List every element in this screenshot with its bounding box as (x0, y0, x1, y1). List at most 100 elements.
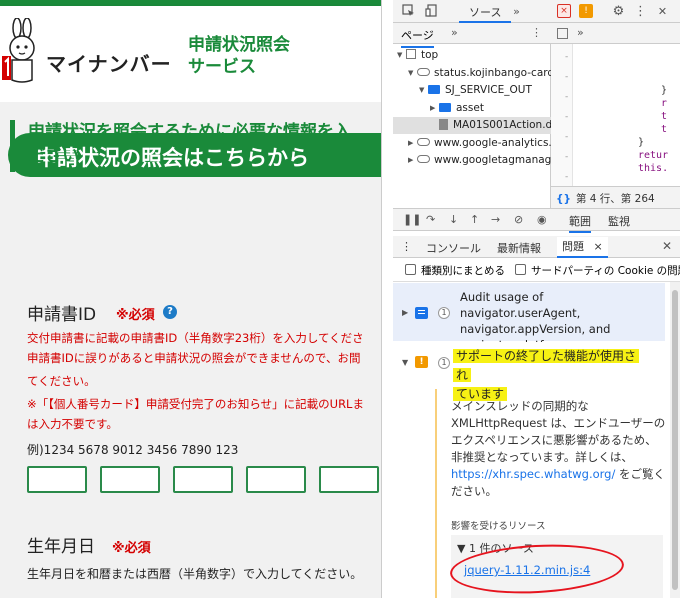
customize-menu-icon[interactable]: ⋮ (633, 4, 648, 19)
tab-sources[interactable]: ソース (459, 0, 512, 23)
tree-item-label: status.kojinbango-card.g (434, 66, 551, 79)
source-file-link[interactable]: jquery-1.11.2.min.js:4 (464, 563, 590, 577)
tree-item-folder[interactable]: ▶ asset (393, 100, 551, 117)
tree-item-folder[interactable]: ▼ SJ_SERVICE_OUT (393, 82, 551, 99)
drawer-menu-icon[interactable]: ⋮ (401, 240, 412, 253)
code-line: } (638, 137, 645, 148)
code-line: t (661, 111, 668, 122)
cloud-icon (417, 67, 430, 76)
tree-arrow-icon[interactable]: ▼ (419, 82, 428, 99)
tree-item-label: SJ_SERVICE_OUT (445, 84, 532, 96)
sources-toggle[interactable]: ▼ 1 件のソース (457, 540, 534, 556)
navigator-header: ページ » ⋮ (393, 23, 551, 48)
third-party-cookie-label[interactable]: サードパーティの Cookie の問題 (531, 263, 680, 278)
third-party-cookie-checkbox[interactable] (515, 264, 526, 275)
tab-issues-close-icon[interactable]: × (594, 240, 603, 253)
toggle-navigator-icon[interactable] (557, 28, 568, 39)
application-id-input-3[interactable] (173, 466, 233, 493)
tree-arrow-icon[interactable]: ▶ (408, 135, 417, 152)
editor-status-bar: {} 第 4 行、第 264 (551, 186, 680, 208)
step-into-icon[interactable]: ↓ (449, 213, 458, 226)
drawer-tab-bar: ⋮ コンソール 最新情報 問題 × ✕ (393, 236, 680, 258)
tree-item-frame[interactable]: ▼ top (393, 47, 551, 64)
pretty-print-icon[interactable]: {} (556, 193, 571, 205)
navigator-menu-icon[interactable]: ⋮ (531, 26, 542, 39)
inspect-element-icon[interactable] (401, 4, 416, 19)
code-line: t (661, 124, 668, 135)
section-title-line1: 申請状況を照会するために必要な情報を入 (28, 122, 351, 142)
tab-whats-new[interactable]: 最新情報 (497, 240, 541, 256)
tree-item-label: www.googletagmanager (434, 154, 551, 166)
gutter-mark: - (565, 52, 569, 62)
step-icon[interactable]: → (491, 213, 500, 226)
tab-scope[interactable]: 範囲 (569, 213, 591, 233)
tree-arrow-icon[interactable]: ▼ (397, 47, 406, 64)
application-id-input-5[interactable] (319, 466, 379, 493)
highlighted-title-line1: サポートの終了した機能が使用され (453, 349, 640, 382)
mynumber-mascot-logo[interactable] (0, 18, 44, 88)
cloud-icon (417, 137, 430, 146)
tree-item-file[interactable]: MA01S001Action.do (393, 117, 551, 134)
close-devtools-icon[interactable]: ✕ (655, 4, 670, 19)
debugger-toolbar: ❚❚ ↷ ↓ ↑ → ⊘ ◉ 範囲 監視 (393, 208, 680, 233)
step-out-icon[interactable]: ↑ (470, 213, 479, 226)
spec-link[interactable]: https://xhr.spec.whatwg.org/ (451, 467, 615, 481)
folder-icon (428, 85, 440, 94)
description-text: メインスレッドの同期的な XMLHttpRequest は、エンドユーザーのエク… (451, 399, 666, 464)
tree-arrow-icon[interactable]: ▼ (408, 65, 417, 82)
issues-scrollbar-thumb[interactable] (672, 290, 678, 590)
tree-item-cloud[interactable]: ▼ status.kojinbango-card.g (393, 65, 551, 82)
pause-on-exceptions-icon[interactable]: ◉ (537, 213, 547, 226)
frame-icon (406, 49, 416, 59)
more-tabs-icon[interactable]: » (509, 4, 524, 19)
device-toolbar-icon[interactable] (424, 4, 439, 19)
devtools-toolbar: ソース » × ! ⚙ ⋮ ✕ (393, 0, 680, 23)
code-line: r (661, 98, 668, 109)
birthdate-instruction: 生年月日を和暦または西暦（半角数字）で入力してください。 (27, 567, 363, 581)
group-by-kind-checkbox[interactable] (405, 264, 416, 275)
application-id-input-4[interactable] (246, 466, 306, 493)
tab-page[interactable]: ページ (401, 27, 434, 48)
collapse-arrow-icon[interactable]: ▼ (402, 358, 408, 367)
expand-arrow-icon[interactable]: ▶ (402, 308, 408, 317)
error-count-badge[interactable]: × (557, 4, 571, 18)
example-id: 例)1234 5678 9012 3456 7890 123 (27, 443, 239, 457)
editor-header: » (551, 23, 680, 44)
issues-filter-row: 種類別にまとめる サードパーティの Cookie の問題 (393, 258, 680, 282)
gutter-mark: - (565, 72, 569, 82)
group-by-kind-label[interactable]: 種類別にまとめる (421, 263, 505, 278)
cloud-icon (417, 155, 430, 163)
gutter-mark: - (565, 172, 569, 182)
close-drawer-icon[interactable]: ✕ (662, 239, 672, 253)
file-icon (439, 119, 448, 130)
pause-icon[interactable]: ❚❚ (403, 213, 421, 226)
gutter-mark: - (565, 92, 569, 102)
issue-count-badge: 1 (438, 307, 450, 319)
tab-issues[interactable]: 問題 × (557, 237, 608, 258)
site-header: マイナンバー 申請状況照会 サービス (0, 6, 381, 102)
tree-item-cloud[interactable]: ▶ www.google-analytics.co (393, 135, 551, 152)
navigator-more-icon[interactable]: » (451, 26, 458, 39)
section-accent-bar (10, 120, 15, 172)
application-id-input-1[interactable] (27, 466, 87, 493)
editor-more-icon[interactable]: » (577, 26, 584, 39)
issue-description: メインスレッドの同期的な XMLHttpRequest は、エンドユーザーのエク… (451, 398, 666, 500)
affected-resources-heading: 影響を受けるリソース (451, 521, 546, 532)
tab-watch[interactable]: 監視 (608, 213, 630, 229)
tree-item-cloud[interactable]: ▶ www.googletagmanager (393, 152, 551, 169)
logo-text[interactable]: マイナンバー (46, 48, 172, 77)
tab-issues-label: 問題 (562, 240, 584, 253)
application-id-input-2[interactable] (100, 466, 160, 493)
tree-arrow-icon[interactable]: ▶ (408, 152, 417, 169)
settings-gear-icon[interactable]: ⚙ (611, 4, 626, 19)
help-icon[interactable]: ? (163, 305, 177, 319)
issue-details: メインスレッドの同期的な XMLHttpRequest は、エンドユーザーのエク… (435, 389, 665, 598)
tree-arrow-icon[interactable]: ▶ (430, 100, 439, 117)
tab-console[interactable]: コンソール (426, 240, 481, 256)
warning-count-badge[interactable]: ! (579, 4, 593, 18)
issue-navigator-useragent[interactable]: ▶ 1 Audit usage of navigator.userAgent, … (393, 283, 665, 352)
step-over-icon[interactable]: ↷ (426, 213, 435, 226)
instruction-line: てください。 (27, 374, 96, 388)
deactivate-breakpoints-icon[interactable]: ⊘ (514, 213, 523, 226)
required-mark: ※必須 (116, 308, 155, 323)
